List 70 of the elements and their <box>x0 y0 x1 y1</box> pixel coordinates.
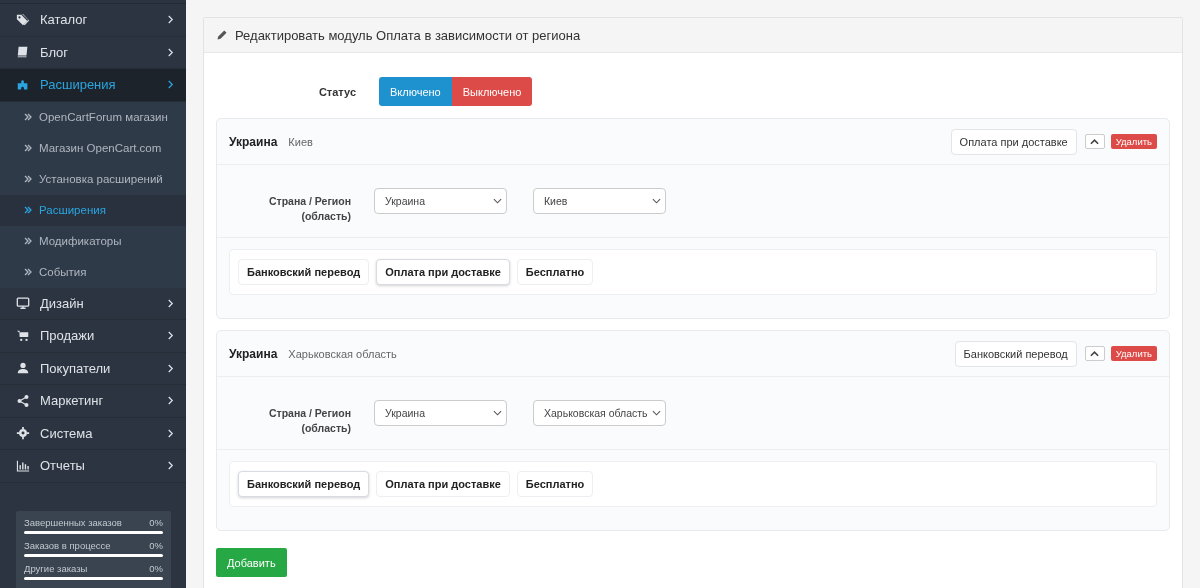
chevron-right-icon <box>167 298 174 308</box>
chevron-up-icon <box>1090 350 1100 357</box>
puzzle-icon <box>16 77 30 92</box>
pencil-icon <box>216 29 228 41</box>
status-option[interactable]: Выключено <box>451 77 533 106</box>
payment-method-tab[interactable]: Оплата при доставке <box>376 259 510 285</box>
double-chevron-icon <box>24 206 32 214</box>
chevron-down-icon <box>493 410 502 416</box>
stat-label: Другие заказы <box>24 562 88 574</box>
stat-label: Заказов в процессе <box>24 539 111 551</box>
delete-button[interactable]: Удалить <box>1110 346 1157 361</box>
chevron-up-icon <box>1090 138 1100 145</box>
region-country: Украина <box>229 346 278 361</box>
payment-method-tab[interactable]: Бесплатно <box>516 259 594 285</box>
payment-method-tab[interactable]: Бесплатно <box>516 471 594 497</box>
cart-icon <box>16 328 30 343</box>
country-select[interactable]: Украина <box>374 188 507 214</box>
chevron-down-icon <box>493 198 502 204</box>
panel-title: Редактировать модуль Оплата в зависимости от региона <box>235 27 581 43</box>
book-icon <box>16 45 30 60</box>
region-country: Украина <box>229 134 278 149</box>
chevron-right-icon <box>167 396 174 406</box>
country-select[interactable]: Украина <box>374 400 507 426</box>
selected-method-label: Банковский перевод <box>954 340 1077 367</box>
payment-method-tab[interactable]: Банковский перевод <box>238 471 370 497</box>
chevron-right-icon <box>167 47 174 57</box>
monitor-icon <box>16 296 30 311</box>
sidebar-subitem[interactable]: Расширения <box>0 194 186 226</box>
double-chevron-icon <box>24 113 32 121</box>
chart-icon <box>16 458 30 473</box>
double-chevron-icon <box>24 175 32 183</box>
selected-method-label: Оплата при доставке <box>950 128 1077 155</box>
field-label: Страна / Регион (область) <box>267 194 351 224</box>
sidebar-subitem[interactable]: OpenCartForum магазин <box>0 101 186 133</box>
payment-method-tab[interactable]: Оплата при доставке <box>376 471 510 497</box>
collapse-button[interactable] <box>1084 346 1105 361</box>
sidebar-subitem[interactable]: События <box>0 256 186 288</box>
chevron-right-icon <box>167 331 174 341</box>
double-chevron-icon <box>24 268 32 276</box>
chevron-down-icon <box>652 410 661 416</box>
payment-method-tab[interactable]: Банковский перевод <box>238 259 370 285</box>
region-zone: Харьковская область <box>288 347 397 360</box>
share-icon <box>16 393 30 408</box>
delete-button[interactable]: Удалить <box>1110 134 1157 149</box>
zone-select[interactable]: Киев <box>533 188 666 214</box>
user-icon <box>16 361 30 376</box>
status-option[interactable]: Включено <box>379 77 452 106</box>
chevron-right-icon <box>167 15 174 25</box>
stat-value: 0% <box>149 562 163 574</box>
collapse-button[interactable] <box>1084 134 1105 149</box>
stat-value: 0% <box>149 539 163 551</box>
sidebar-subitem[interactable]: Магазин OpenCart.com <box>0 132 186 164</box>
sidebar-subitem[interactable]: Модификаторы <box>0 225 186 257</box>
chevron-right-icon <box>167 461 174 471</box>
chevron-right-icon <box>167 80 174 90</box>
chevron-right-icon <box>167 363 174 373</box>
stat-value: 0% <box>149 516 163 528</box>
status-label: Статус <box>317 85 357 98</box>
stat-label: Завершенных заказов <box>24 516 122 528</box>
double-chevron-icon <box>24 237 32 245</box>
region-zone: Киев <box>288 135 313 148</box>
field-label: Страна / Регион (область) <box>267 406 351 436</box>
chevron-right-icon <box>167 428 174 438</box>
gear-icon <box>16 426 30 441</box>
sidebar-item[interactable]: Расширения <box>0 69 186 102</box>
sidebar-subitem[interactable]: Установка расширений <box>0 163 186 195</box>
zone-select[interactable]: Харьковская область <box>533 400 666 426</box>
tag-icon <box>16 12 30 27</box>
chevron-down-icon <box>652 198 661 204</box>
double-chevron-icon <box>24 144 32 152</box>
